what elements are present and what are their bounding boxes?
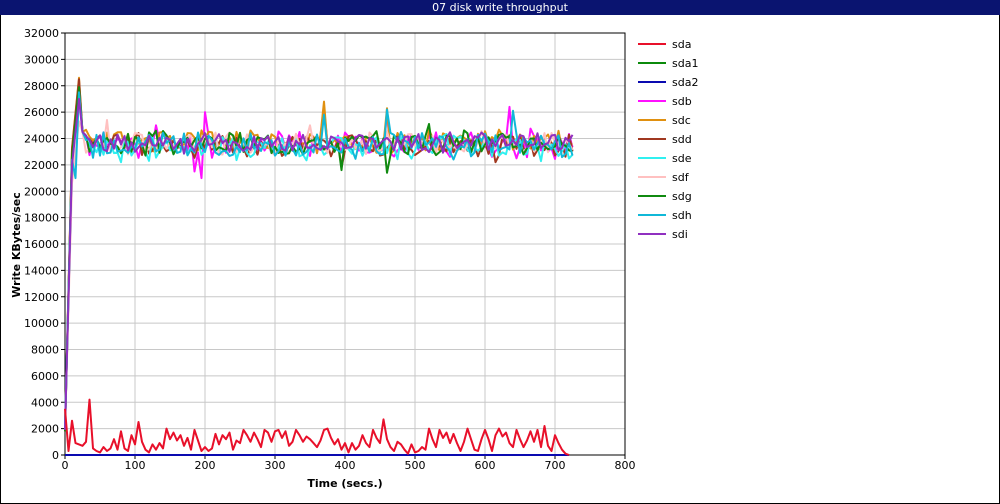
y-tick-label: 0 [52,449,59,462]
legend-label-sdd: sdd [672,133,692,146]
chart-grid [64,32,626,456]
y-axis-label: Write KBytes/sec [10,192,23,298]
y-tick-label: 14000 [24,264,59,277]
y-tick-label: 28000 [24,80,59,93]
x-tick-label: 100 [125,459,146,472]
legend-label-sda: sda [672,38,691,51]
y-tick-label: 16000 [24,238,59,251]
legend-label-sdh: sdh [672,209,692,222]
legend-label-sdg: sdg [672,190,692,203]
legend-label-sde: sde [672,152,692,165]
legend-label-sdc: sdc [672,114,691,127]
x-tick-label: 800 [615,459,636,472]
y-tick-label: 2000 [31,423,59,436]
x-tick-label: 400 [335,459,356,472]
y-tick-label: 12000 [24,291,59,304]
x-tick-label: 200 [195,459,216,472]
y-tick-label: 18000 [24,212,59,225]
x-tick-label: 700 [545,459,566,472]
y-tick-label: 6000 [31,370,59,383]
legend-label-sda2: sda2 [672,76,698,89]
x-tick-label: 500 [405,459,426,472]
y-tick-label: 8000 [31,344,59,357]
x-tick-label: 0 [62,459,69,472]
y-tick-label: 32000 [24,27,59,40]
legend-label-sdi: sdi [672,228,688,241]
y-tick-label: 20000 [24,185,59,198]
legend-label-sdb: sdb [672,95,692,108]
chart-legend: sda sda1 sda2 sdb sdc sdd sde sdf sdg sdh sdi [638,38,698,241]
y-tick-label: 4000 [31,396,59,409]
y-tick-label: 22000 [24,159,59,172]
y-tick-label: 30000 [24,53,59,66]
y-tick-label: 10000 [24,317,59,330]
x-tick-label: 300 [265,459,286,472]
legend-label-sda1: sda1 [672,57,698,70]
disk-write-chart: 0200040006000800010000120001400016000180… [10,27,698,490]
y-tick-label: 24000 [24,133,59,146]
x-axis-label: Time (secs.) [307,477,382,490]
y-tick-label: 26000 [24,106,59,119]
x-tick-label: 600 [475,459,496,472]
legend-label-sdf: sdf [672,171,690,184]
